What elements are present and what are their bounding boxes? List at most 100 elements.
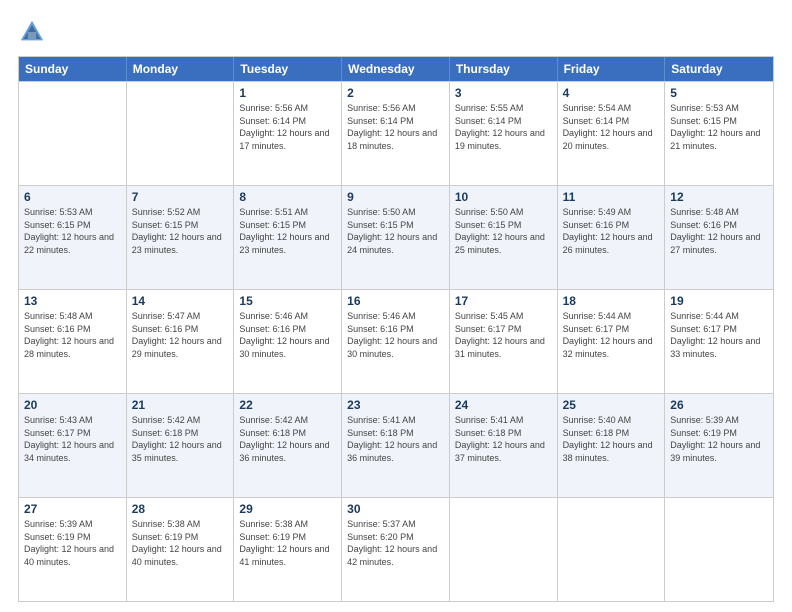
calendar-week-1: 1Sunrise: 5:56 AM Sunset: 6:14 PM Daylig… [19, 81, 773, 185]
cal-cell [19, 82, 127, 185]
day-info: Sunrise: 5:44 AM Sunset: 6:17 PM Dayligh… [563, 310, 660, 360]
page: SundayMondayTuesdayWednesdayThursdayFrid… [0, 0, 792, 612]
day-info: Sunrise: 5:41 AM Sunset: 6:18 PM Dayligh… [455, 414, 552, 464]
day-info: Sunrise: 5:46 AM Sunset: 6:16 PM Dayligh… [347, 310, 444, 360]
cal-cell: 17 Sunrise: 5:45 AM Sunset: 6:17 PM Dayli… [450, 290, 558, 393]
header-day-sunday: Sunday [19, 57, 127, 81]
header-day-monday: Monday [127, 57, 235, 81]
day-info: Sunrise: 5:38 AM Sunset: 6:19 PM Dayligh… [239, 518, 336, 568]
day-info: Sunrise: 5:48 AM Sunset: 6:16 PM Dayligh… [670, 206, 768, 256]
day-info: Sunrise: 5:42 AM Sunset: 6:18 PM Dayligh… [132, 414, 229, 464]
cal-cell: 12 Sunrise: 5:48 AM Sunset: 6:16 PM Dayli… [665, 186, 773, 289]
day-number: 14 [132, 294, 229, 308]
day-number: 7 [132, 190, 229, 204]
day-number: 17 [455, 294, 552, 308]
cal-cell: 14 Sunrise: 5:47 AM Sunset: 6:16 PM Dayli… [127, 290, 235, 393]
cal-cell [665, 498, 773, 601]
day-number: 6 [24, 190, 121, 204]
day-number: 15 [239, 294, 336, 308]
day-number: 8 [239, 190, 336, 204]
day-info: Sunrise: 5:48 AM Sunset: 6:16 PM Dayligh… [24, 310, 121, 360]
day-info: Sunrise: 5:50 AM Sunset: 6:15 PM Dayligh… [455, 206, 552, 256]
day-info: Sunrise: 5:56 AM Sunset: 6:14 PM Dayligh… [239, 102, 336, 152]
day-number: 2 [347, 86, 444, 100]
calendar-week-5: 27 Sunrise: 5:39 AM Sunset: 6:19 PM Dayli… [19, 497, 773, 601]
day-info: Sunrise: 5:51 AM Sunset: 6:15 PM Dayligh… [239, 206, 336, 256]
day-number: 21 [132, 398, 229, 412]
day-number: 19 [670, 294, 768, 308]
cal-cell: 22Sunrise: 5:42 AM Sunset: 6:18 PM Dayli… [234, 394, 342, 497]
day-info: Sunrise: 5:46 AM Sunset: 6:16 PM Dayligh… [239, 310, 336, 360]
calendar-body: 1Sunrise: 5:56 AM Sunset: 6:14 PM Daylig… [19, 81, 773, 601]
cal-cell: 23 Sunrise: 5:41 AM Sunset: 6:18 PM Dayli… [342, 394, 450, 497]
day-number: 3 [455, 86, 552, 100]
header [18, 18, 774, 46]
day-info: Sunrise: 5:49 AM Sunset: 6:16 PM Dayligh… [563, 206, 660, 256]
day-info: Sunrise: 5:40 AM Sunset: 6:18 PM Dayligh… [563, 414, 660, 464]
day-number: 11 [563, 190, 660, 204]
cal-cell: 2 Sunrise: 5:56 AM Sunset: 6:14 PM Daylig… [342, 82, 450, 185]
day-number: 22 [239, 398, 336, 412]
day-number: 12 [670, 190, 768, 204]
cal-cell [450, 498, 558, 601]
cal-cell: 18 Sunrise: 5:44 AM Sunset: 6:17 PM Dayli… [558, 290, 666, 393]
calendar-header-row: SundayMondayTuesdayWednesdayThursdayFrid… [19, 57, 773, 81]
header-day-thursday: Thursday [450, 57, 558, 81]
day-info: Sunrise: 5:41 AM Sunset: 6:18 PM Dayligh… [347, 414, 444, 464]
calendar-week-2: 6 Sunrise: 5:53 AM Sunset: 6:15 PM Daylig… [19, 185, 773, 289]
cal-cell: 5 Sunrise: 5:53 AM Sunset: 6:15 PM Daylig… [665, 82, 773, 185]
day-info: Sunrise: 5:53 AM Sunset: 6:15 PM Dayligh… [670, 102, 768, 152]
day-info: Sunrise: 5:47 AM Sunset: 6:16 PM Dayligh… [132, 310, 229, 360]
day-number: 29 [239, 502, 336, 516]
day-number: 27 [24, 502, 121, 516]
cal-cell: 20 Sunrise: 5:43 AM Sunset: 6:17 PM Dayli… [19, 394, 127, 497]
day-number: 26 [670, 398, 768, 412]
day-number: 24 [455, 398, 552, 412]
day-info: Sunrise: 5:43 AM Sunset: 6:17 PM Dayligh… [24, 414, 121, 464]
day-number: 16 [347, 294, 444, 308]
cal-cell: 21 Sunrise: 5:42 AM Sunset: 6:18 PM Dayli… [127, 394, 235, 497]
logo-icon [18, 18, 46, 46]
day-info: Sunrise: 5:53 AM Sunset: 6:15 PM Dayligh… [24, 206, 121, 256]
day-info: Sunrise: 5:54 AM Sunset: 6:14 PM Dayligh… [563, 102, 660, 152]
calendar-week-3: 13Sunrise: 5:48 AM Sunset: 6:16 PM Dayli… [19, 289, 773, 393]
cal-cell: 13Sunrise: 5:48 AM Sunset: 6:16 PM Dayli… [19, 290, 127, 393]
day-number: 25 [563, 398, 660, 412]
day-number: 10 [455, 190, 552, 204]
day-info: Sunrise: 5:52 AM Sunset: 6:15 PM Dayligh… [132, 206, 229, 256]
cal-cell: 28Sunrise: 5:38 AM Sunset: 6:19 PM Dayli… [127, 498, 235, 601]
cal-cell: 9Sunrise: 5:50 AM Sunset: 6:15 PM Daylig… [342, 186, 450, 289]
day-number: 18 [563, 294, 660, 308]
day-info: Sunrise: 5:39 AM Sunset: 6:19 PM Dayligh… [670, 414, 768, 464]
cal-cell [127, 82, 235, 185]
day-info: Sunrise: 5:37 AM Sunset: 6:20 PM Dayligh… [347, 518, 444, 568]
cal-cell: 16 Sunrise: 5:46 AM Sunset: 6:16 PM Dayli… [342, 290, 450, 393]
day-info: Sunrise: 5:56 AM Sunset: 6:14 PM Dayligh… [347, 102, 444, 152]
day-number: 20 [24, 398, 121, 412]
cal-cell: 19 Sunrise: 5:44 AM Sunset: 6:17 PM Dayli… [665, 290, 773, 393]
cal-cell: 27 Sunrise: 5:39 AM Sunset: 6:19 PM Dayli… [19, 498, 127, 601]
cal-cell: 26 Sunrise: 5:39 AM Sunset: 6:19 PM Dayli… [665, 394, 773, 497]
header-day-wednesday: Wednesday [342, 57, 450, 81]
cal-cell [558, 498, 666, 601]
day-info: Sunrise: 5:44 AM Sunset: 6:17 PM Dayligh… [670, 310, 768, 360]
logo [18, 18, 50, 46]
day-number: 9 [347, 190, 444, 204]
day-number: 4 [563, 86, 660, 100]
day-number: 30 [347, 502, 444, 516]
cal-cell: 8 Sunrise: 5:51 AM Sunset: 6:15 PM Daylig… [234, 186, 342, 289]
cal-cell: 11 Sunrise: 5:49 AM Sunset: 6:16 PM Dayli… [558, 186, 666, 289]
day-info: Sunrise: 5:55 AM Sunset: 6:14 PM Dayligh… [455, 102, 552, 152]
cal-cell: 30 Sunrise: 5:37 AM Sunset: 6:20 PM Dayli… [342, 498, 450, 601]
cal-cell: 1Sunrise: 5:56 AM Sunset: 6:14 PM Daylig… [234, 82, 342, 185]
day-number: 28 [132, 502, 229, 516]
header-day-tuesday: Tuesday [234, 57, 342, 81]
day-info: Sunrise: 5:39 AM Sunset: 6:19 PM Dayligh… [24, 518, 121, 568]
day-info: Sunrise: 5:45 AM Sunset: 6:17 PM Dayligh… [455, 310, 552, 360]
day-number: 5 [670, 86, 768, 100]
cal-cell: 7 Sunrise: 5:52 AM Sunset: 6:15 PM Daylig… [127, 186, 235, 289]
cal-cell: 29 Sunrise: 5:38 AM Sunset: 6:19 PM Dayli… [234, 498, 342, 601]
cal-cell: 10 Sunrise: 5:50 AM Sunset: 6:15 PM Dayli… [450, 186, 558, 289]
day-number: 23 [347, 398, 444, 412]
cal-cell: 24 Sunrise: 5:41 AM Sunset: 6:18 PM Dayli… [450, 394, 558, 497]
